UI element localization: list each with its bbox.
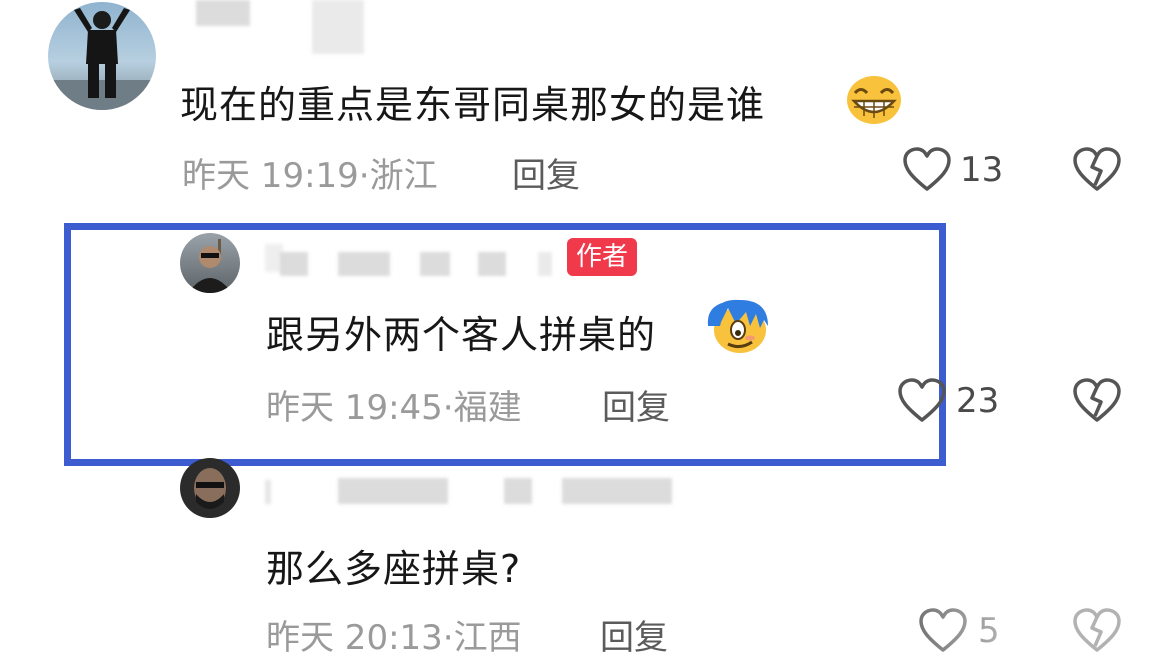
meta-separator: · bbox=[442, 618, 454, 658]
username-redacted bbox=[420, 252, 450, 276]
username-redacted bbox=[338, 252, 390, 276]
comment-meta: 昨天 20:13·江西 bbox=[266, 610, 522, 659]
watermark-fade bbox=[880, 600, 1170, 672]
reply-button[interactable]: 回复 bbox=[602, 380, 670, 429]
avatar[interactable] bbox=[48, 2, 156, 110]
avatar[interactable] bbox=[180, 458, 240, 518]
comment-meta: 昨天 19:45·福建 bbox=[266, 380, 522, 429]
cheeky-emoji-icon bbox=[706, 296, 770, 356]
meta-separator: · bbox=[358, 156, 370, 196]
author-tag: 作者 bbox=[567, 238, 638, 276]
username-redacted bbox=[196, 0, 250, 26]
comment-location: 江西 bbox=[453, 618, 522, 658]
avatar[interactable] bbox=[180, 233, 240, 293]
username-redacted bbox=[538, 252, 552, 276]
username-redacted bbox=[478, 252, 506, 276]
like-count: 23 bbox=[956, 381, 1000, 421]
like-count: 13 bbox=[960, 150, 1004, 190]
comment-text: 跟另外两个客人拼桌的 bbox=[266, 313, 657, 357]
comment-text: 那么多座拼桌? bbox=[266, 547, 522, 591]
reply-button[interactable]: 回复 bbox=[512, 148, 580, 197]
username-redacted bbox=[562, 478, 672, 504]
username-redacted bbox=[338, 478, 448, 504]
like-heart-icon[interactable] bbox=[902, 147, 952, 193]
meta-separator: · bbox=[442, 388, 454, 428]
comment-time: 昨天 19:45 bbox=[266, 388, 443, 428]
username-redacted bbox=[504, 478, 532, 504]
comment-meta: 昨天 19:19·浙江 bbox=[182, 148, 438, 197]
like-heart-icon[interactable] bbox=[897, 378, 947, 424]
username-redacted bbox=[280, 252, 308, 276]
comment-location: 浙江 bbox=[369, 156, 438, 196]
comment-text: 现在的重点是东哥同桌那女的是谁 bbox=[180, 83, 766, 127]
dislike-broken-heart-icon[interactable] bbox=[1072, 378, 1122, 424]
grinning-emoji-icon bbox=[845, 73, 903, 125]
comment-time: 昨天 19:19 bbox=[182, 156, 359, 196]
username-redacted bbox=[312, 0, 364, 54]
username-redacted bbox=[265, 480, 271, 504]
comment-location: 福建 bbox=[453, 388, 522, 428]
reply-button[interactable]: 回复 bbox=[600, 610, 668, 659]
comment-time: 昨天 20:13 bbox=[266, 618, 443, 658]
dislike-broken-heart-icon[interactable] bbox=[1072, 147, 1122, 193]
